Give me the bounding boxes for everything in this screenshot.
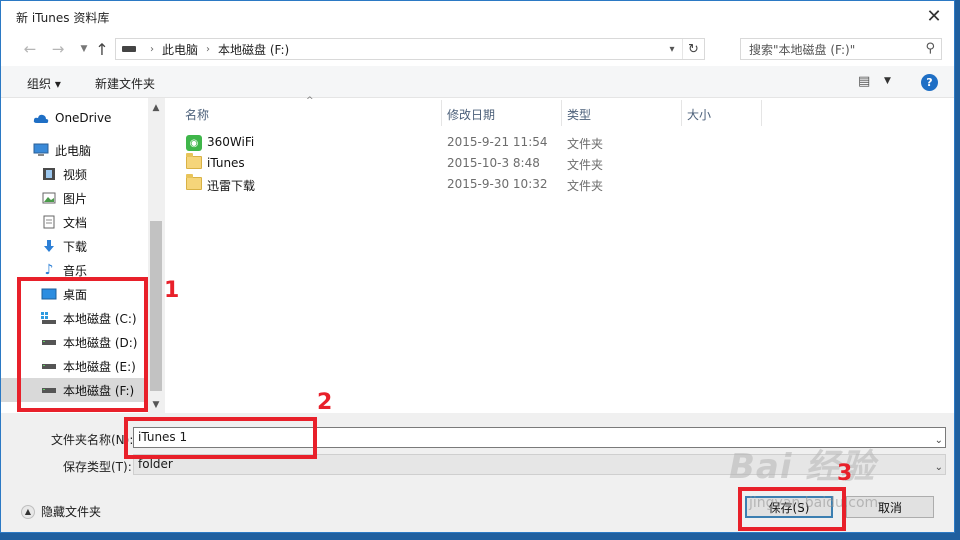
breadcrumb-separator-icon: › bbox=[206, 43, 211, 55]
close-icon: ✕ bbox=[926, 5, 942, 27]
back-button[interactable]: ← bbox=[19, 38, 41, 60]
file-name: 迅雷下载 bbox=[207, 179, 256, 193]
file-date: 2015-9-30 10:32 bbox=[447, 177, 548, 191]
annotation-number-2: 2 bbox=[317, 390, 333, 415]
chevron-down-icon[interactable]: ⌄ bbox=[935, 431, 943, 450]
column-header-size[interactable]: 大小 bbox=[687, 106, 711, 123]
view-options-icon[interactable]: ▤ bbox=[858, 74, 870, 89]
file-type: 文件夹 bbox=[567, 137, 604, 151]
title-bar: 新 iTunes 资料库 ✕ bbox=[1, 1, 954, 32]
nav-item-pictures[interactable]: 图片 bbox=[1, 186, 148, 210]
column-header-modified[interactable]: 修改日期 bbox=[447, 106, 495, 123]
file-list-pane: ^ 名称 修改日期 类型 大小 ◉ 360WiFi 2015-9-21 11:5… bbox=[165, 96, 954, 413]
nav-item-documents[interactable]: 文档 bbox=[1, 210, 148, 234]
save-type-label: 保存类型(T): bbox=[63, 460, 132, 474]
file-name: 360WiFi bbox=[207, 135, 255, 149]
chevron-up-icon: ▲ bbox=[21, 504, 35, 519]
baidu-watermark-logo: Bai 经验 bbox=[729, 447, 876, 487]
address-bar[interactable]: › 此电脑 › 本地磁盘 (F:) ▾ ↻ bbox=[115, 38, 705, 60]
column-divider[interactable] bbox=[761, 100, 762, 126]
annotation-number-1: 1 bbox=[164, 278, 180, 303]
computer-icon bbox=[33, 143, 49, 157]
nav-label: 下载 bbox=[63, 239, 88, 254]
video-icon bbox=[41, 167, 57, 181]
scroll-thumb[interactable] bbox=[150, 221, 162, 391]
annotation-box-2 bbox=[124, 417, 317, 459]
command-toolbar: 组织 ▾ 新建文件夹 ▤ ▼ ? bbox=[1, 66, 954, 98]
breadcrumb-separator-icon: › bbox=[150, 43, 154, 55]
annotation-number-3: 3 bbox=[837, 461, 853, 486]
address-dropdown-icon[interactable]: ▾ bbox=[664, 41, 680, 57]
nav-item-onedrive[interactable]: OneDrive bbox=[1, 106, 148, 130]
breadcrumb-this-pc[interactable]: 此电脑 bbox=[162, 41, 198, 58]
annotation-box-1 bbox=[17, 277, 148, 412]
picture-icon bbox=[41, 191, 57, 205]
file-row[interactable]: ◉ 360WiFi 2015-9-21 11:54 文件夹 bbox=[183, 132, 953, 153]
close-button[interactable]: ✕ bbox=[920, 4, 948, 28]
nav-item-downloads[interactable]: 下载 bbox=[1, 234, 148, 258]
chevron-down-icon[interactable]: ⌄ bbox=[935, 458, 943, 477]
file-date: 2015-10-3 8:48 bbox=[447, 156, 540, 170]
refresh-icon: ↻ bbox=[688, 41, 699, 57]
up-button[interactable]: ↑ bbox=[91, 38, 113, 60]
nav-label: 图片 bbox=[63, 191, 88, 206]
nav-label: 音乐 bbox=[63, 263, 88, 278]
nav-label: OneDrive bbox=[55, 111, 112, 125]
refresh-button[interactable]: ↻ bbox=[682, 39, 704, 59]
download-icon bbox=[41, 239, 57, 253]
window-title: 新 iTunes 资料库 bbox=[16, 11, 110, 25]
arrow-left-icon: ← bbox=[23, 40, 37, 58]
nav-label: 此电脑 bbox=[55, 143, 92, 158]
nav-label: 文档 bbox=[63, 215, 88, 230]
column-divider[interactable] bbox=[681, 100, 682, 126]
address-row: ← → ▼ ↑ › 此电脑 › 本地磁盘 (F:) ▾ ↻ 搜索"本地磁盘 (F… bbox=[1, 32, 954, 66]
annotation-box-3 bbox=[738, 487, 846, 531]
file-type: 文件夹 bbox=[567, 179, 604, 193]
scroll-up-icon[interactable]: ▲ bbox=[148, 100, 164, 116]
search-icon: ⚲ bbox=[925, 41, 935, 56]
folder-icon bbox=[186, 174, 202, 191]
folder-name-label: 文件夹名称(N): bbox=[51, 433, 134, 447]
sort-caret-icon: ^ bbox=[306, 96, 314, 106]
cloud-icon bbox=[33, 111, 49, 125]
save-type-value: folder bbox=[138, 457, 173, 471]
new-folder-button[interactable]: 新建文件夹 bbox=[95, 75, 155, 92]
view-dropdown-icon[interactable]: ▼ bbox=[884, 76, 891, 86]
folder-icon bbox=[186, 153, 202, 170]
hide-folders-label: 隐藏文件夹 bbox=[41, 505, 102, 519]
nav-scrollbar[interactable]: ▲ ▼ bbox=[148, 98, 164, 413]
nav-item-videos[interactable]: 视频 bbox=[1, 162, 148, 186]
hide-folders-toggle[interactable]: ▲ 隐藏文件夹 bbox=[21, 503, 101, 520]
drive-icon bbox=[122, 46, 136, 52]
arrow-right-icon: → bbox=[51, 40, 65, 58]
scroll-down-icon[interactable]: ▼ bbox=[148, 397, 164, 413]
help-icon[interactable]: ? bbox=[921, 74, 938, 91]
forward-button[interactable]: → bbox=[47, 38, 69, 60]
column-divider[interactable] bbox=[441, 100, 442, 126]
breadcrumb-drive-f[interactable]: 本地磁盘 (F:) bbox=[218, 41, 289, 58]
nav-item-this-pc[interactable]: 此电脑 bbox=[1, 138, 148, 162]
column-header-name[interactable]: 名称 bbox=[185, 106, 209, 123]
file-name: iTunes bbox=[207, 156, 245, 170]
file-dialog-window: 新 iTunes 资料库 ✕ ← → ▼ ↑ › 此电脑 › 本地磁盘 (F:)… bbox=[0, 0, 955, 533]
file-date: 2015-9-21 11:54 bbox=[447, 135, 548, 149]
column-divider[interactable] bbox=[561, 100, 562, 126]
music-icon: ♪ bbox=[44, 262, 54, 278]
arrow-up-icon: ↑ bbox=[95, 39, 109, 59]
search-input[interactable]: 搜索"本地磁盘 (F:)" ⚲ bbox=[740, 38, 942, 60]
nav-label: 视频 bbox=[63, 167, 88, 182]
organize-button[interactable]: 组织 ▾ bbox=[27, 75, 61, 92]
file-row[interactable]: 迅雷下载 2015-9-30 10:32 文件夹 bbox=[183, 174, 953, 195]
column-header-type[interactable]: 类型 bbox=[567, 106, 591, 123]
file-type: 文件夹 bbox=[567, 158, 604, 172]
search-placeholder: 搜索"本地磁盘 (F:)" bbox=[749, 42, 856, 57]
document-icon bbox=[41, 215, 57, 229]
wifi-app-icon: ◉ bbox=[186, 135, 202, 151]
chevron-down-icon: ▼ bbox=[80, 44, 88, 54]
file-row[interactable]: iTunes 2015-10-3 8:48 文件夹 bbox=[183, 153, 953, 174]
